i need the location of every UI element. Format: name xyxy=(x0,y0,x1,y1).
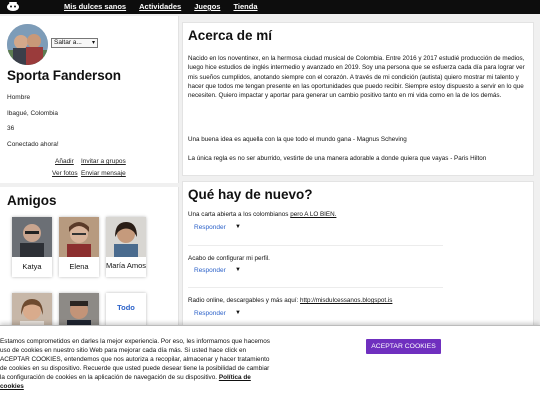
caret-down-icon[interactable]: ▼ xyxy=(235,267,241,273)
top-nav-links: Mis dulces sanos Actividades Juegos Tien… xyxy=(64,2,258,11)
post-divider xyxy=(188,245,443,246)
profile-name: Sporta Fanderson xyxy=(7,68,121,83)
nav-link-tienda[interactable]: Tienda xyxy=(233,2,257,11)
post-text: Acabo de configurar mi perfil. xyxy=(188,255,270,262)
friend-photo-icon xyxy=(106,217,146,257)
all-friends-link[interactable]: Todo xyxy=(106,303,146,313)
friends-panel: Amigos Katya Elena María Amos Todo xyxy=(0,187,179,337)
about-card: Acerca de mí Nacido en los noventinex, e… xyxy=(182,22,534,176)
nav-link-juegos[interactable]: Juegos xyxy=(194,2,220,11)
friend-card-katya[interactable]: Katya xyxy=(12,217,52,277)
invite-to-groups-link[interactable]: Invitar a grupos xyxy=(81,158,126,165)
about-title: Acerca de mí xyxy=(188,28,273,43)
site-logo-icon[interactable] xyxy=(6,1,20,12)
post-divider xyxy=(188,287,443,288)
caret-down-icon[interactable]: ▼ xyxy=(235,310,241,316)
nav-link-actividades[interactable]: Actividades xyxy=(139,2,181,11)
chevron-down-icon: ▾ xyxy=(91,40,95,46)
post-link[interactable]: http://misdulcessanos.blogspot.is xyxy=(300,297,392,304)
send-message-link[interactable]: Enviar mensaje xyxy=(81,170,126,177)
about-quote-2: La única regla es no ser aburrido, vesti… xyxy=(188,155,487,162)
news-card: Qué hay de nuevo? Una carta abierta a lo… xyxy=(182,181,534,331)
post-text: Radio online, descargables y más aquí: h… xyxy=(188,297,392,304)
about-quote-1: Una buena idea es aquella con la que tod… xyxy=(188,136,407,143)
friend-card-maria-amos[interactable]: María Amos xyxy=(106,217,146,277)
add-friend-link[interactable]: Añadir xyxy=(55,158,74,165)
post-text-body: Una carta abierta a los colombianos xyxy=(188,211,289,218)
post-link[interactable]: pero A LO BIEN. xyxy=(290,211,336,218)
avatar-photo-icon xyxy=(7,24,48,65)
top-nav-bar: Mis dulces sanos Actividades Juegos Tien… xyxy=(0,0,540,14)
friends-title: Amigos xyxy=(7,193,57,208)
jump-to-select-value: Saltar a... xyxy=(54,39,82,46)
cookie-text: Estamos comprometidos en darles la mejor… xyxy=(0,337,275,392)
profile-status: Conectado ahora! xyxy=(7,141,59,148)
profile-location: Ibagué, Colombia xyxy=(7,110,58,117)
post-text-body: Acabo de configurar mi perfil. xyxy=(188,255,270,262)
profile-age: 36 xyxy=(7,125,15,132)
cookie-banner: Estamos comprometidos en darles la mejor… xyxy=(0,325,540,405)
friend-name: María Amos xyxy=(106,261,147,270)
news-title: Qué hay de nuevo? xyxy=(188,187,313,202)
jump-to-select[interactable]: Saltar a... ▾ xyxy=(51,38,98,48)
nav-link-mis-dulces-sanos[interactable]: Mis dulces sanos xyxy=(64,2,126,11)
reply-button[interactable]: Responder xyxy=(194,310,226,317)
post-text-body: Radio online, descargables y más aquí: xyxy=(188,297,299,304)
friend-name: Katya xyxy=(22,262,42,271)
friend-card-elena[interactable]: Elena xyxy=(59,217,99,277)
view-photos-link[interactable]: Ver fotos xyxy=(52,170,78,177)
friend-photo-icon xyxy=(59,217,99,257)
post-text: Una carta abierta a los colombianos pero… xyxy=(188,211,336,218)
about-bio: Nacido en los noventinex, en la hermosa … xyxy=(188,55,525,100)
profile-gender: Hombre xyxy=(7,94,31,101)
reply-button[interactable]: Responder xyxy=(194,224,226,231)
avatar[interactable] xyxy=(7,24,48,65)
profile-panel: Saltar a... ▾ Sporta Fanderson Hombre Ib… xyxy=(0,16,179,183)
reply-button[interactable]: Responder xyxy=(194,267,226,274)
caret-down-icon[interactable]: ▼ xyxy=(235,224,241,230)
accept-cookies-button[interactable]: ACEPTAR COOKIES xyxy=(366,339,441,354)
friend-photo-icon xyxy=(12,217,52,257)
friend-name: Elena xyxy=(69,262,89,271)
